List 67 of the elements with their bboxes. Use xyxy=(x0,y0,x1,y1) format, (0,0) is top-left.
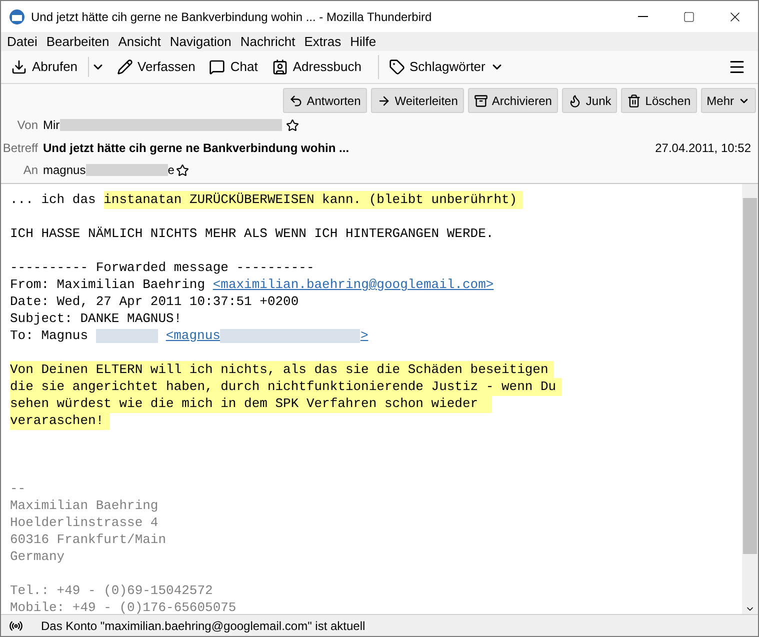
toolbar-button[interactable]: Adressbuch xyxy=(268,54,366,80)
menu-item[interactable]: Datei xyxy=(4,32,40,52)
toolbar-button[interactable]: Abrufen xyxy=(7,54,82,80)
junk-icon xyxy=(568,94,582,108)
archive-icon xyxy=(474,94,488,108)
signature-text: Hoelderlinstrasse 4 xyxy=(10,515,158,530)
recipient-name: magnus xyxy=(43,162,86,179)
highlighted-text: instanatan ZURÜCKÜBERWEISEN kann. (bleibt unberührht) xyxy=(104,191,524,209)
body-text: ---------- Forwarded message ---------- xyxy=(10,260,314,275)
toolbar-button[interactable]: Schlagwörter xyxy=(384,54,508,80)
field-label: Betreff xyxy=(2,140,39,157)
menu-item[interactable]: Navigation xyxy=(166,32,234,52)
status-text: Das Konto "maximilian.baehring@googlemail.com" ist aktuell xyxy=(41,618,366,634)
date-text: 27.04.2011, 10:52 xyxy=(655,140,752,157)
signature-text: Tel.: +49 - (0)69-15042572 xyxy=(10,583,213,598)
forward-icon xyxy=(376,94,391,108)
header-action-button[interactable]: Mehr xyxy=(700,88,756,113)
signature-text: 60316 Frankfurt/Main xyxy=(10,532,166,547)
email-link[interactable]: <magnus xyxy=(166,328,220,343)
header-action-button[interactable]: Junk xyxy=(562,88,618,113)
header-action-button[interactable]: Antworten xyxy=(282,88,367,113)
reply-icon xyxy=(288,94,303,108)
signature-text: Mobile: +49 - (0)176-65605075 xyxy=(10,600,236,614)
body-text: Subject: DANKE MAGNUS! xyxy=(10,311,182,326)
blurred-redaction xyxy=(96,328,158,343)
star-icon xyxy=(286,118,299,132)
body-text: To: Magnus xyxy=(10,328,90,343)
menu-button[interactable] xyxy=(728,58,746,76)
sender-name: Mir xyxy=(43,117,60,134)
signal-icon xyxy=(9,618,23,632)
signature-text: Maximilian Baehring xyxy=(10,498,158,513)
header-action-button[interactable]: Archivieren xyxy=(468,88,558,113)
recipient-name: e xyxy=(168,162,174,179)
maximize-icon xyxy=(683,10,695,22)
body-text: From: Maximilian Baehring xyxy=(10,277,206,292)
dropdown-button[interactable] xyxy=(88,57,105,77)
menu-item[interactable]: Hilfe xyxy=(347,32,380,52)
highlighted-text: veraraschen! xyxy=(10,412,110,430)
header-action-button[interactable]: Löschen xyxy=(621,88,697,113)
field-label: Von xyxy=(16,117,39,134)
star-icon xyxy=(176,164,190,176)
toolbar-button[interactable]: Verfassen xyxy=(112,54,200,80)
body-text: Date: Wed, 27 Apr 2011 10:37:51 +0200 xyxy=(10,294,299,309)
signature-text: Germany xyxy=(10,549,65,564)
highlighted-text: sehen würdest wie die mich in dem SPK Verfahren schon wieder xyxy=(10,395,492,413)
toolbar-button[interactable]: Chat xyxy=(205,54,262,80)
email-link[interactable]: > xyxy=(360,328,368,343)
menu-item[interactable]: Extras xyxy=(301,32,344,52)
signature-text: -- xyxy=(10,481,26,496)
menu-item[interactable]: Bearbeiten xyxy=(43,32,112,52)
email-link[interactable]: <maximilian.baehring@googlemail.com> xyxy=(212,277,494,292)
body-text: ... ich das xyxy=(10,192,97,207)
body-text: ICH HASSE NÄMLICH NICHTS MEHR ALS WENN ICH HINTERGANGEN WERDE. xyxy=(10,226,494,241)
header-action-button[interactable]: Weiterleiten xyxy=(370,88,464,113)
chat-icon xyxy=(209,59,226,75)
scrollbar[interactable] xyxy=(742,184,758,614)
delete-icon xyxy=(627,94,642,108)
field-label: An xyxy=(22,162,39,179)
minimize-icon xyxy=(638,16,648,17)
tag-icon xyxy=(388,59,404,75)
app-logo-icon xyxy=(9,8,25,24)
subject-text: Und jetzt hätte cih gerne ne Bankverbindung wohin ... xyxy=(43,140,350,157)
window-title: Und jetzt hätte cih gerne ne Bankverbindung wohin ... - Mozilla Thunderbird xyxy=(31,8,433,26)
highlighted-text: die sie angerichtet haben, durch nichtfunktionierende Justiz - wenn Du xyxy=(10,378,562,396)
menu-item[interactable]: Ansicht xyxy=(115,32,164,52)
highlighted-text: Von Deinen ELTERN will ich nichts, als das sie die Schäden beseitigen xyxy=(10,361,554,379)
menu-item[interactable]: Nachricht xyxy=(237,32,298,52)
